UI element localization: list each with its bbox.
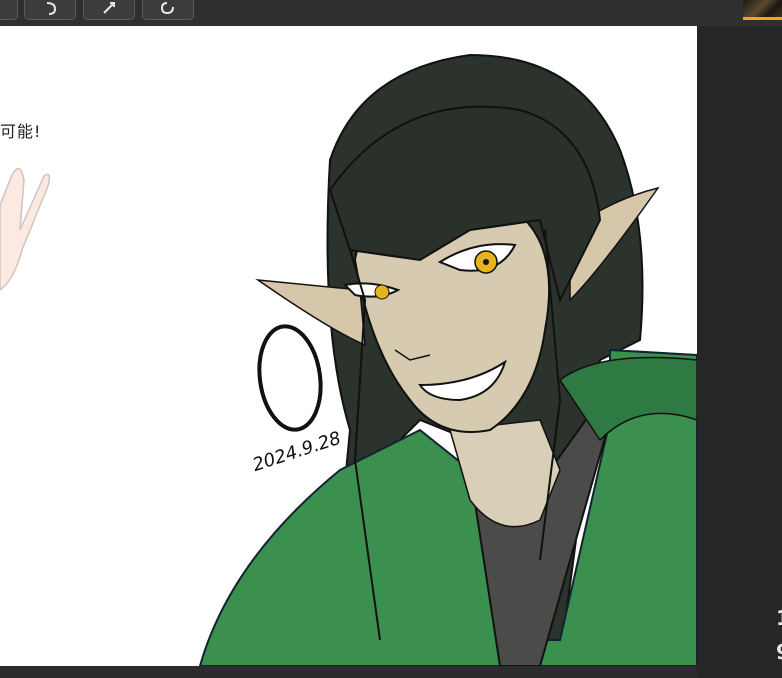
redo-button[interactable] (24, 0, 76, 20)
hand-sketch (0, 167, 51, 291)
partial-caption: 可能! (0, 122, 42, 141)
sidebar-edge-glyph: 1 (776, 606, 782, 630)
redo-icon (46, 2, 57, 15)
drawing-canvas[interactable]: 可能! 2024.9.28 (0, 26, 697, 666)
right-panel (697, 26, 782, 678)
signature-seal (257, 324, 323, 432)
transform-button[interactable] (83, 0, 135, 20)
arrows-icon (103, 2, 115, 14)
rotate-icon (160, 2, 174, 15)
top-toolbar (0, 0, 782, 26)
rotate-button[interactable] (142, 0, 194, 20)
layer-thumbnail[interactable] (743, 0, 782, 20)
toolbar-button-left-partial[interactable] (0, 0, 18, 20)
sidebar-edge-glyph: 9 (776, 640, 782, 664)
bottom-strip (0, 666, 697, 678)
artwork-illustration (0, 53, 697, 666)
